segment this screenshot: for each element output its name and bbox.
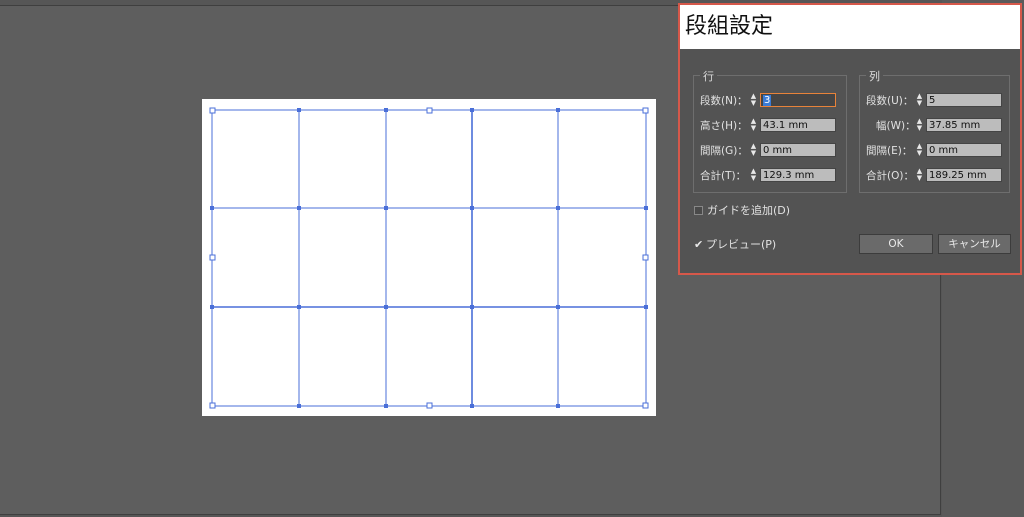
columns-total-field[interactable]: 189.25 mm bbox=[926, 168, 1002, 182]
selection-handle bbox=[642, 254, 649, 261]
row-gutter-stepper[interactable]: ▲ ▼ bbox=[749, 143, 758, 157]
rows-count-label: 段数(N)： bbox=[700, 95, 748, 107]
ok-button[interactable]: OK bbox=[859, 234, 933, 254]
columns-group-title: 列 bbox=[866, 68, 883, 84]
preview-label: プレビュー(P) bbox=[706, 238, 777, 251]
columns-group: 列 段数(U)： ▲ ▼ 5 幅(W)： ▲ ▼ 37.85 mm 間隔(E)： ▲… bbox=[859, 68, 1010, 193]
rows-total-row: 合計(T)： ▲ ▼ 129.3 mm bbox=[694, 167, 846, 183]
columns-count-row: 段数(U)： ▲ ▼ 5 bbox=[860, 92, 1009, 108]
column-gutter-label: 間隔(E)： bbox=[866, 145, 913, 157]
column-gutter-row: 間隔(E)： ▲ ▼ 0 mm bbox=[860, 142, 1009, 158]
rows-group: 行 段数(N)： ▲ ▼ 3 高さ(H)： ▲ ▼ 43.1 mm 間隔(G)： ▲… bbox=[693, 68, 847, 193]
row-height-label: 高さ(H)： bbox=[700, 120, 748, 132]
add-guides-checkbox[interactable]: ガイドを追加(D) bbox=[694, 202, 790, 218]
selection-handle bbox=[426, 402, 433, 409]
selection-handle bbox=[209, 402, 216, 409]
rows-group-title: 行 bbox=[700, 68, 717, 84]
dialog-title: 段組設定 bbox=[680, 5, 1020, 49]
selection-handle bbox=[209, 254, 216, 261]
rows-count-stepper[interactable]: ▲ ▼ bbox=[749, 93, 758, 107]
selection-handle bbox=[642, 402, 649, 409]
columns-total-label: 合計(O)： bbox=[866, 170, 914, 182]
cancel-button[interactable]: キャンセル bbox=[938, 234, 1011, 254]
row-gutter-label: 間隔(G)： bbox=[700, 145, 748, 157]
row-gutter-field[interactable]: 0 mm bbox=[760, 143, 836, 157]
grid-bounding-box bbox=[211, 109, 647, 407]
column-width-row: 幅(W)： ▲ ▼ 37.85 mm bbox=[860, 117, 1009, 133]
selection-handle bbox=[426, 107, 433, 114]
column-width-stepper[interactable]: ▲ ▼ bbox=[915, 118, 924, 132]
column-gutter-field[interactable]: 0 mm bbox=[926, 143, 1002, 157]
row-height-row: 高さ(H)： ▲ ▼ 43.1 mm bbox=[694, 117, 846, 133]
rows-count-field[interactable]: 3 bbox=[760, 93, 836, 107]
grid-settings-dialog: 段組設定 行 段数(N)： ▲ ▼ 3 高さ(H)： ▲ ▼ 43.1 mm 間隔(… bbox=[678, 3, 1022, 275]
preview-checkbox[interactable]: ✔ プレビュー(P) bbox=[694, 236, 776, 252]
selection-handle bbox=[642, 107, 649, 114]
checkmark-icon[interactable]: ✔ bbox=[694, 239, 704, 250]
add-guides-checkbox-box[interactable] bbox=[694, 206, 703, 215]
column-gutter-stepper[interactable]: ▲ ▼ bbox=[915, 143, 924, 157]
rows-total-label: 合計(T)： bbox=[700, 170, 747, 182]
row-gutter-row: 間隔(G)： ▲ ▼ 0 mm bbox=[694, 142, 846, 158]
column-width-field[interactable]: 37.85 mm bbox=[926, 118, 1002, 132]
columns-count-field[interactable]: 5 bbox=[926, 93, 1002, 107]
columns-count-label: 段数(U)： bbox=[866, 95, 914, 107]
row-height-field[interactable]: 43.1 mm bbox=[760, 118, 836, 132]
column-width-label: 幅(W)： bbox=[876, 120, 916, 132]
row-height-stepper[interactable]: ▲ ▼ bbox=[749, 118, 758, 132]
selection-handle bbox=[209, 107, 216, 114]
add-guides-label: ガイドを追加(D) bbox=[707, 204, 791, 217]
rows-total-field[interactable]: 129.3 mm bbox=[760, 168, 836, 182]
columns-total-row: 合計(O)： ▲ ▼ 189.25 mm bbox=[860, 167, 1009, 183]
rows-total-stepper[interactable]: ▲ ▼ bbox=[749, 168, 758, 182]
columns-total-stepper[interactable]: ▲ ▼ bbox=[915, 168, 924, 182]
columns-count-stepper[interactable]: ▲ ▼ bbox=[915, 93, 924, 107]
rows-count-row: 段数(N)： ▲ ▼ 3 bbox=[694, 92, 846, 108]
